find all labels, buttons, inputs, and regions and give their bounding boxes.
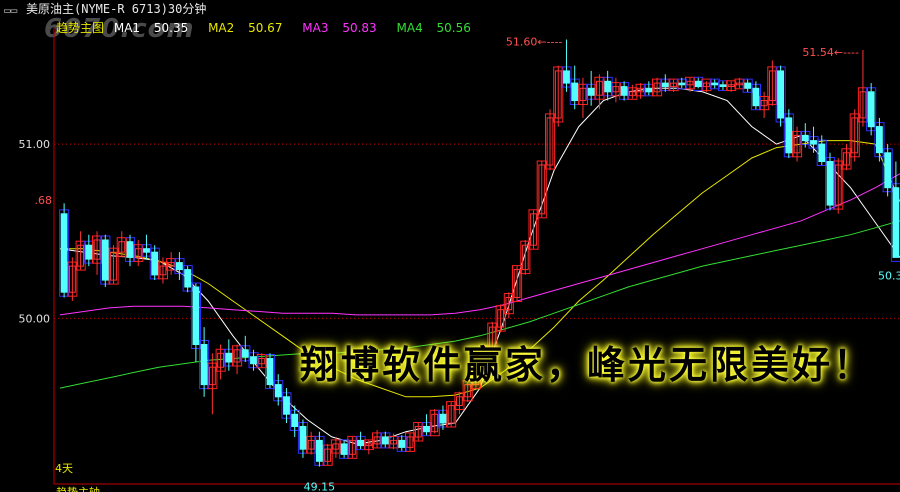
candle-body — [588, 88, 594, 95]
candlesticks — [61, 39, 899, 466]
candle-body — [382, 437, 388, 444]
candle-body — [341, 444, 347, 455]
candle-body — [185, 270, 191, 287]
candle-body — [358, 440, 364, 445]
price-chart[interactable]: 51.00 50.00 51.60←---- 51.54←---- 49.15 50.3.… — [0, 0, 900, 491]
candle-body — [778, 71, 784, 118]
candle-body — [177, 263, 183, 270]
candle-body — [275, 385, 281, 397]
y-tick-label: 50.00 — [19, 312, 51, 325]
candle-body — [317, 440, 323, 461]
candle-body — [868, 92, 874, 127]
candle-body — [226, 353, 232, 362]
candle-body — [811, 141, 817, 145]
candle-body — [720, 85, 726, 87]
candle-body — [695, 81, 701, 86]
trend-boxes — [60, 67, 900, 465]
chart-grid — [54, 28, 900, 484]
annotation-left-clipped-price: .68 — [35, 194, 53, 207]
candle-body — [152, 252, 158, 275]
candle-body — [242, 350, 248, 357]
candle-body — [127, 242, 133, 258]
candle-body — [786, 118, 792, 153]
candle-body — [893, 188, 899, 258]
promo-banner: 翔博软件赢家，峰光无限美好！ — [300, 334, 874, 389]
candle-body — [284, 397, 290, 414]
annotation-high-marker: 51.54←---- — [802, 46, 859, 59]
candle-body — [679, 83, 685, 85]
annotation-last-price: 50.3 — [878, 269, 900, 282]
candle-body — [802, 135, 808, 140]
ma-line-ma1 — [60, 88, 900, 444]
candle-body — [827, 162, 833, 206]
y-tick-label: 51.00 — [19, 138, 51, 151]
candle-body — [605, 81, 611, 92]
candle-body — [572, 83, 578, 100]
candle-body — [102, 240, 108, 280]
candle-body — [753, 88, 759, 105]
candle-body — [564, 71, 570, 83]
ma-line-ma3 — [60, 174, 900, 315]
candle-body — [646, 88, 652, 92]
candle-body — [251, 357, 257, 364]
candle-body — [662, 83, 668, 87]
candle-body — [292, 414, 298, 426]
candle-body — [712, 83, 718, 85]
candle-body — [885, 153, 891, 188]
candle-body — [819, 144, 825, 161]
candle-body — [745, 83, 751, 88]
annotation-low-marker: 49.15 — [304, 481, 336, 491]
candle-body — [424, 427, 430, 432]
candle-body — [193, 287, 199, 345]
candle-body — [201, 345, 207, 385]
candle-body — [144, 249, 150, 253]
candle-body — [86, 245, 92, 259]
annotation-high-marker: 51.60←---- — [506, 35, 563, 48]
candle-body — [621, 87, 627, 96]
candle-body — [440, 414, 446, 423]
candle-body — [61, 214, 67, 292]
candle-body — [300, 427, 306, 450]
candle-body — [877, 127, 883, 153]
candle-body — [399, 440, 405, 447]
moving-average-lines — [60, 88, 900, 444]
annotation-period-count: 4天 — [55, 462, 73, 475]
candle-body — [267, 359, 273, 385]
